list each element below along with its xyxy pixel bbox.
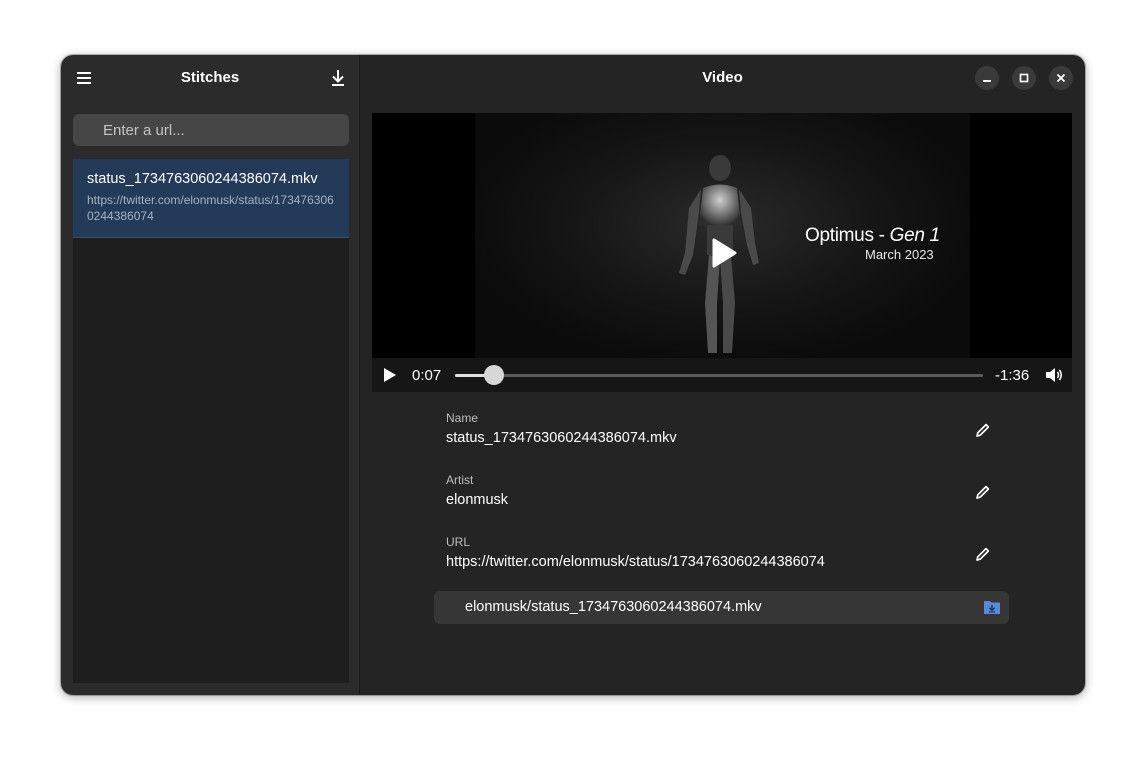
sidebar-title: Stitches xyxy=(180,69,240,86)
pencil-icon xyxy=(976,485,990,499)
list-item[interactable]: status_1734763060244386074.mkv https://t… xyxy=(73,159,349,238)
close-button[interactable] xyxy=(1049,66,1073,90)
overlay-gen: Gen 1 xyxy=(889,225,941,246)
folder-download-icon xyxy=(984,601,1000,614)
seek-handle[interactable] xyxy=(484,365,505,385)
play-button[interactable] xyxy=(380,366,398,384)
download-list: status_1734763060244386074.mkv https://t… xyxy=(73,159,349,683)
maximize-button[interactable] xyxy=(1012,66,1036,90)
url-value: https://twitter.com/elonmusk/status/1734… xyxy=(446,554,825,570)
play-icon xyxy=(384,368,396,382)
minimize-button[interactable] xyxy=(975,66,999,90)
seek-bar[interactable] xyxy=(455,365,983,385)
pencil-icon xyxy=(976,547,990,561)
close-icon xyxy=(1056,73,1066,83)
video-overlay-title: Optimus - Gen 1 xyxy=(805,225,940,247)
name-value: status_1734763060244386074.mkv xyxy=(446,430,677,446)
list-item-url: https://twitter.com/elonmusk/status/1734… xyxy=(87,193,334,223)
video-player[interactable]: Optimus - Gen 1 March 2023 0:07 -1:36 xyxy=(372,113,1072,392)
play-icon xyxy=(712,238,737,268)
app-window: Stitches status_1734763060244386074.mkv … xyxy=(61,55,1085,695)
url-row: URL https://twitter.com/elonmusk/status/… xyxy=(446,535,1010,595)
overlay-dash: - xyxy=(873,225,890,246)
minimize-icon xyxy=(983,80,991,82)
url-label: URL xyxy=(446,535,471,549)
list-item-filename: status_1734763060244386074.mkv xyxy=(87,171,318,187)
volume-icon xyxy=(1046,368,1063,382)
folder-download-button[interactable] xyxy=(983,598,1001,616)
play-overlay-button[interactable] xyxy=(706,237,738,269)
artist-label: Artist xyxy=(446,473,474,487)
overlay-title: Optimus xyxy=(805,225,874,246)
volume-button[interactable] xyxy=(1044,365,1064,385)
url-input[interactable] xyxy=(73,114,349,146)
save-path-row[interactable]: elonmusk/status_1734763060244386074.mkv xyxy=(434,591,1009,624)
name-label: Name xyxy=(446,411,479,425)
artist-value: elonmusk xyxy=(446,492,509,508)
sidebar: Stitches status_1734763060244386074.mkv … xyxy=(61,55,360,695)
overlay-date: March 2023 xyxy=(865,247,934,262)
video-controls: 0:07 -1:36 xyxy=(372,358,1072,392)
artist-row: Artist elonmusk xyxy=(446,473,1010,533)
edit-name-button[interactable] xyxy=(971,418,995,442)
edit-url-button[interactable] xyxy=(971,542,995,566)
download-icon[interactable] xyxy=(323,63,353,93)
save-path: elonmusk/status_1734763060244386074.mkv xyxy=(465,599,762,615)
maximize-icon xyxy=(1019,73,1029,83)
name-row: Name status_1734763060244386074.mkv xyxy=(446,411,1010,471)
sidebar-header: Stitches xyxy=(61,55,359,101)
edit-artist-button[interactable] xyxy=(971,480,995,504)
time-current: 0:07 xyxy=(412,367,442,384)
pencil-icon xyxy=(976,423,990,437)
time-remaining: -1:36 xyxy=(995,367,1030,384)
main-pane: Video Optimus - Gen 1 March 2023 0:07 -1… xyxy=(360,55,1085,695)
